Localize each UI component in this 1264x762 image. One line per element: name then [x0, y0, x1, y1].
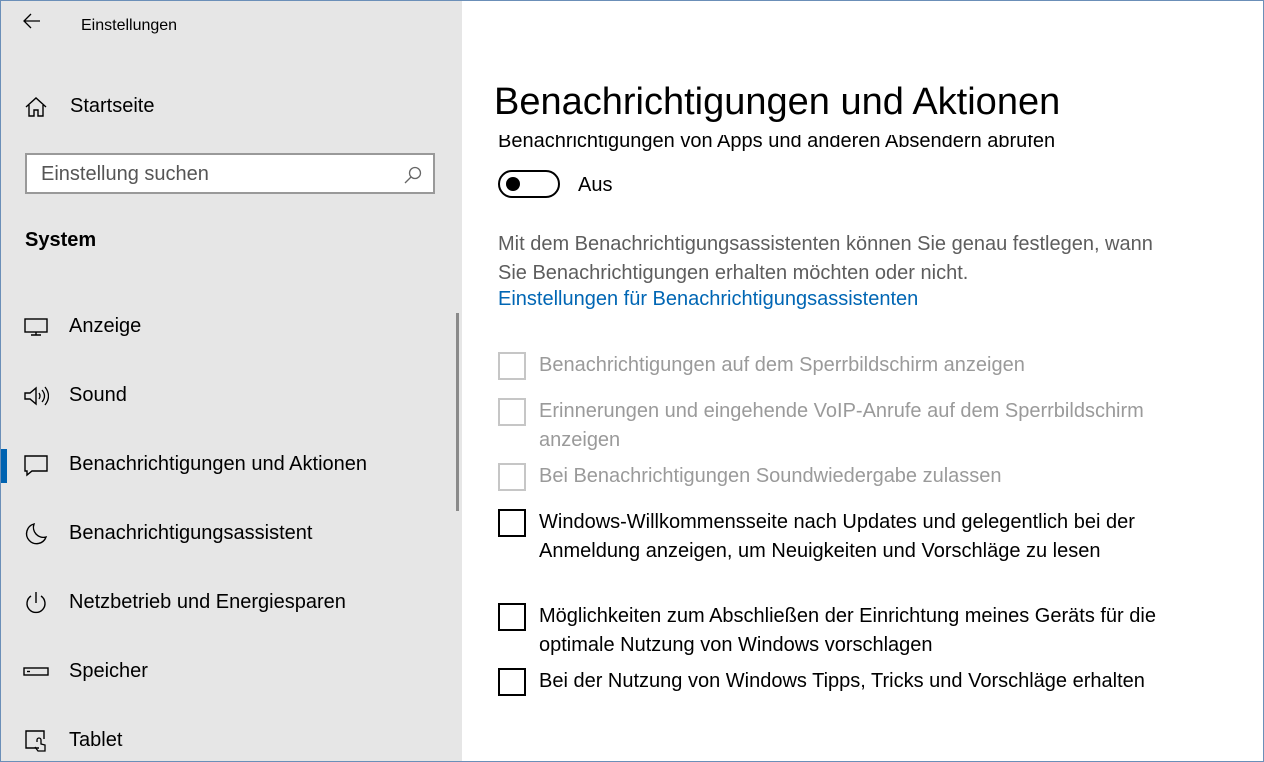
power-icon [26, 592, 46, 614]
toggle-knob [506, 177, 520, 191]
moon-icon [25, 522, 48, 545]
sidebar-item-benachrichtigungsassistent[interactable]: Benachrichtigungsassistent [1, 508, 457, 560]
search-input[interactable] [41, 161, 391, 187]
sidebar-item-sound[interactable]: Sound [1, 370, 457, 422]
sidebar-item-home[interactable]: Startseite [1, 85, 462, 129]
toggle-state-text: Aus [578, 174, 613, 196]
sidebar-item-label: Benachrichtigungen und Aktionen [69, 453, 368, 475]
focus-assist-settings-link[interactable]: Einstellungen für Benachrichtigungsassis… [498, 288, 918, 311]
sidebar-item-anzeige[interactable]: Anzeige [1, 301, 457, 353]
sidebar-item-label: Startseite [70, 95, 155, 117]
main-content: Benachrichtigungen und Aktionen Benachri… [462, 1, 1263, 761]
checkbox-label: Möglichkeiten zum Abschließen der Einric… [539, 605, 1156, 656]
sidebar-item-label: Sound [69, 384, 127, 406]
checkbox[interactable] [498, 603, 526, 631]
checkbox[interactable] [498, 352, 526, 380]
sidebar-item-speicher[interactable]: Speicher [1, 646, 457, 698]
notifications-toggle[interactable] [498, 170, 560, 198]
description-text: Mit dem Benachrichtigungsassistenten kön… [498, 233, 1153, 284]
checkbox[interactable] [498, 668, 526, 696]
sidebar-item-netzbetrieb[interactable]: Netzbetrieb und Energiesparen [1, 577, 457, 629]
sidebar-item-label: Netzbetrieb und Energiesparen [69, 591, 346, 613]
checkbox-label: Windows-Willkommensseite nach Updates un… [539, 511, 1135, 562]
selection-indicator [1, 449, 7, 483]
toggle-label: Benachrichtigungen von Apps und anderen … [498, 135, 1056, 152]
page-title: Benachrichtigungen und Aktionen [494, 81, 1061, 123]
monitor-icon [24, 318, 48, 336]
tablet-icon [25, 730, 46, 752]
speaker-icon [24, 386, 49, 406]
sidebar: Einstellungen Startseite System Anzeige [1, 1, 462, 761]
settings-window: Einstellungen Startseite System Anzeige [0, 0, 1264, 762]
checkbox[interactable] [498, 509, 526, 537]
search-box[interactable] [25, 153, 435, 194]
settings-scroll-area: Benachrichtigungen von Apps und anderen … [462, 135, 1263, 761]
sidebar-item-label: Benachrichtigungsassistent [69, 522, 313, 544]
sidebar-item-label: Speicher [69, 660, 148, 682]
checkbox-label: Erinnerungen und eingehende VoIP-Anrufe … [539, 400, 1144, 451]
search-icon[interactable] [403, 165, 423, 185]
sidebar-scrollbar[interactable] [456, 313, 459, 511]
checkbox[interactable] [498, 463, 526, 491]
checkbox-label: Bei Benachrichtigungen Soundwiedergabe z… [539, 465, 1002, 487]
sidebar-item-label: Tablet [69, 729, 123, 751]
back-button[interactable] [15, 5, 49, 37]
back-arrow-icon [23, 13, 40, 29]
storage-icon [23, 667, 49, 676]
sidebar-item-benachrichtigungen[interactable]: Benachrichtigungen und Aktionen [1, 439, 457, 491]
sidebar-item-tablet[interactable]: Tablet [1, 715, 457, 761]
home-icon [25, 97, 47, 117]
checkbox-label: Bei der Nutzung von Windows Tipps, Trick… [539, 670, 1145, 692]
app-title: Einstellungen [81, 17, 178, 34]
checkbox-label: Benachrichtigungen auf dem Sperrbildschi… [539, 354, 1025, 376]
section-title: System [25, 229, 97, 251]
notification-icon [24, 455, 48, 477]
checkbox[interactable] [498, 398, 526, 426]
sidebar-item-label: Anzeige [69, 315, 142, 337]
